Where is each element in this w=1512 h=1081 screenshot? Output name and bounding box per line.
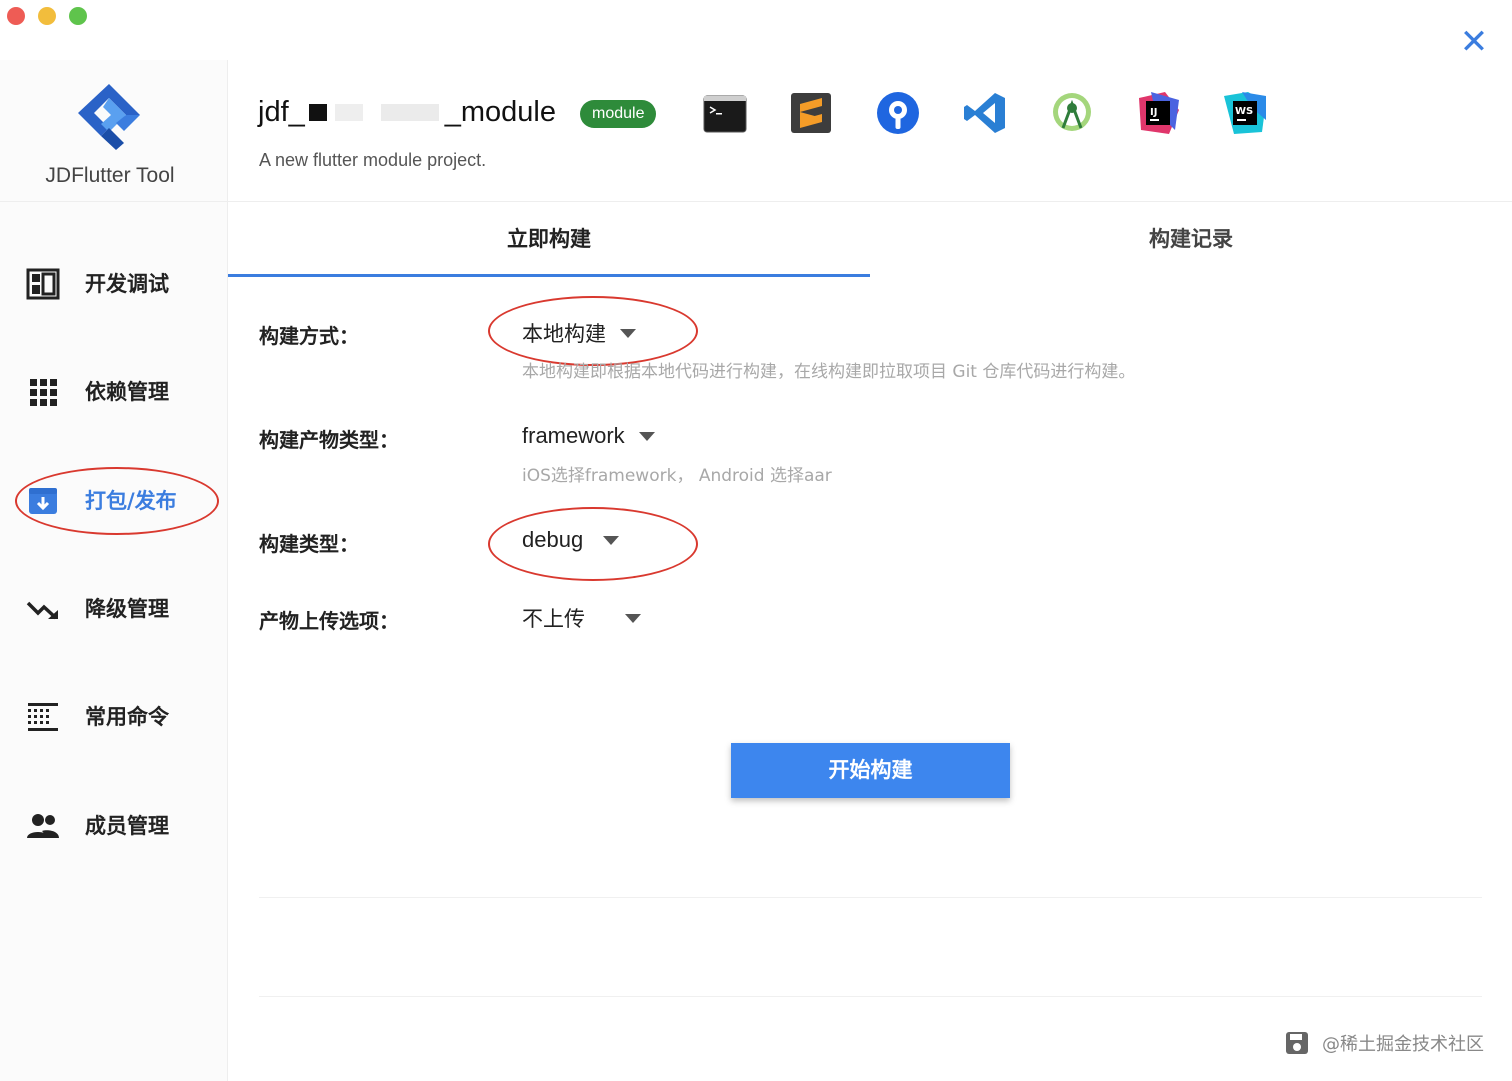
redaction-mark bbox=[334, 104, 363, 121]
build-mode-value: 本地构建 bbox=[522, 322, 606, 346]
build-mode-label: 构建方式： bbox=[259, 324, 359, 348]
sidebar-item-members[interactable]: 成员管理 bbox=[0, 796, 228, 856]
module-badge: module bbox=[580, 100, 657, 128]
upload-option-label: 产物上传选项： bbox=[259, 609, 399, 633]
sidebar-item-label: 降级管理 bbox=[85, 597, 169, 621]
sidebar-item-label: 开发调试 bbox=[85, 272, 169, 296]
tab-build-history[interactable]: 构建记录 bbox=[870, 203, 1512, 277]
sidebar: JDFlutter Tool 开发调试 依赖管理 打包/发布 降级管理 常用命令… bbox=[0, 60, 228, 1081]
app-name: JDFlutter Tool bbox=[45, 164, 175, 187]
close-icon[interactable]: ✕ bbox=[1458, 25, 1490, 59]
intellij-idea-icon[interactable]: IJ bbox=[1135, 90, 1181, 136]
sidebar-item-label: 依赖管理 bbox=[85, 380, 169, 404]
terminal-icon[interactable] bbox=[702, 90, 748, 136]
project-header: jdf_ _module module A new flutter module… bbox=[228, 60, 1512, 202]
chevron-down-icon bbox=[638, 431, 655, 441]
sidebar-item-label: 打包/发布 bbox=[85, 489, 177, 513]
divider bbox=[259, 996, 1482, 997]
project-title-suffix: _module bbox=[444, 96, 557, 128]
jdflutter-logo-icon bbox=[78, 84, 140, 150]
package-icon bbox=[29, 488, 57, 514]
trending-down-icon bbox=[26, 601, 58, 620]
artifact-type-select[interactable]: framework bbox=[522, 423, 655, 449]
sidebar-item-label: 常用命令 bbox=[85, 705, 169, 729]
chevron-down-icon bbox=[620, 328, 636, 338]
project-description: A new flutter module project. bbox=[259, 150, 487, 170]
build-tabs: 立即构建 构建记录 bbox=[228, 203, 1512, 277]
sidebar-item-dependencies[interactable]: 依赖管理 bbox=[0, 362, 228, 422]
window-minimize-dot[interactable] bbox=[38, 7, 56, 25]
tab-build-now[interactable]: 立即构建 bbox=[228, 203, 870, 277]
svg-text:WS: WS bbox=[1235, 106, 1253, 117]
redaction-mark bbox=[308, 104, 327, 121]
dashboard-icon bbox=[26, 268, 60, 300]
window-controls bbox=[7, 7, 87, 25]
chevron-down-icon bbox=[603, 535, 620, 545]
artifact-type-value: framework bbox=[522, 423, 625, 448]
window-close-dot[interactable] bbox=[7, 7, 25, 25]
divider bbox=[259, 897, 1482, 898]
watermark-text: @稀土掘金技术社区 bbox=[1322, 1034, 1484, 1055]
artifact-type-hint: iOS选择framework， Android 选择aar bbox=[522, 466, 832, 486]
build-type-select[interactable]: debug bbox=[522, 527, 620, 553]
project-title: jdf_ _module bbox=[258, 96, 556, 129]
svg-text:IJ: IJ bbox=[1150, 107, 1157, 118]
sidebar-item-package-publish[interactable]: 打包/发布 bbox=[0, 467, 228, 535]
build-mode-select[interactable]: 本地构建 bbox=[522, 318, 636, 348]
build-mode-hint: 本地构建即根据本地代码进行构建，在线构建即拉取项目 Git 仓库代码进行构建。 bbox=[522, 362, 1136, 382]
vscode-icon[interactable] bbox=[962, 90, 1008, 136]
window-zoom-dot[interactable] bbox=[69, 7, 87, 25]
sourcetree-icon[interactable] bbox=[875, 90, 921, 136]
people-icon bbox=[27, 814, 59, 838]
redaction-mark bbox=[380, 104, 439, 121]
artifact-type-label: 构建产物类型： bbox=[259, 428, 399, 452]
sidebar-item-commands[interactable]: 常用命令 bbox=[0, 687, 228, 747]
upload-option-value: 不上传 bbox=[522, 607, 585, 631]
command-list-icon bbox=[28, 703, 58, 731]
webstorm-icon[interactable]: WS bbox=[1222, 90, 1268, 136]
build-type-value: debug bbox=[522, 527, 584, 552]
sublime-text-icon[interactable] bbox=[788, 90, 834, 136]
android-studio-icon[interactable] bbox=[1049, 90, 1095, 136]
build-type-label: 构建类型： bbox=[259, 532, 359, 556]
project-title-prefix: jdf_ bbox=[258, 96, 305, 128]
apps-grid-icon bbox=[30, 379, 57, 406]
save-icon[interactable] bbox=[1284, 1030, 1310, 1056]
footer: @稀土掘金技术社区 bbox=[1284, 1030, 1484, 1056]
chevron-down-icon bbox=[625, 613, 641, 623]
sidebar-item-downgrade[interactable]: 降级管理 bbox=[0, 579, 228, 639]
upload-option-select[interactable]: 不上传 bbox=[522, 603, 641, 633]
logo-block: JDFlutter Tool bbox=[0, 60, 227, 202]
sidebar-item-dev-debug[interactable]: 开发调试 bbox=[0, 254, 228, 314]
sidebar-item-label: 成员管理 bbox=[85, 814, 169, 838]
start-build-button[interactable]: 开始构建 bbox=[731, 743, 1010, 798]
